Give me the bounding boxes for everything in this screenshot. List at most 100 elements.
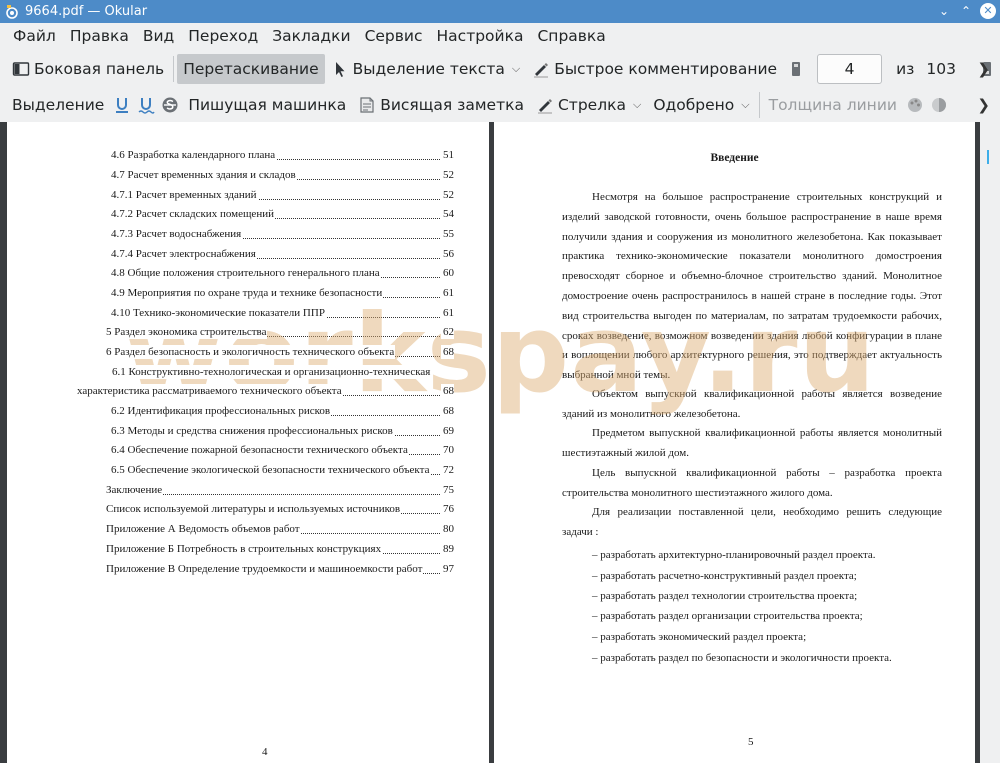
strikeout-icon <box>161 96 179 114</box>
highlight-button[interactable]: Выделение <box>6 90 110 120</box>
body-paragraph: Для реализации поставленной цели, необхо… <box>562 503 942 543</box>
toc-entry-page: 62 <box>441 325 454 339</box>
toc-entry-page: 54 <box>441 207 454 221</box>
toolbar-separator <box>758 91 760 118</box>
paragraph-text: Для реализации поставленной цели, необхо… <box>562 506 942 538</box>
page-number-input[interactable]: 4 <box>817 54 883 84</box>
paragraph-text: Цель выпускной квалификационной работы –… <box>562 467 942 499</box>
arrow-button[interactable]: Стрелка ⌵ <box>530 90 647 120</box>
pen-icon <box>532 60 550 78</box>
toolbar-overflow-icon[interactable]: ❯ <box>977 96 990 114</box>
text-select-label: Выделение текста <box>352 60 505 78</box>
toc-entry: 4.7 Расчет временных здания и складов 52 <box>111 168 454 182</box>
menu-edit[interactable]: Правка <box>63 23 136 50</box>
chevron-down-icon[interactable]: ⌵ <box>633 98 641 112</box>
toc-entry-title: Приложение А Ведомость объемов работ <box>106 522 301 536</box>
underline-button[interactable] <box>110 90 134 120</box>
toc-entry: Список используемой литературы и использ… <box>106 502 454 516</box>
toc-entry: характеристика рассматриваемого техничес… <box>77 384 454 398</box>
stamp-button[interactable]: Одобрено ⌵ <box>647 90 755 120</box>
toc-entry-page: 61 <box>441 306 454 320</box>
toc-entry-page: 75 <box>441 483 454 497</box>
toc-entry-title: 4.7 Расчет временных здания и складов <box>111 168 297 182</box>
toc-entry-page: 97 <box>441 562 454 576</box>
toc-entry-title: 6.4 Обеспечение пожарной безопасности те… <box>111 443 409 457</box>
arrow-label: Стрелка <box>557 95 626 114</box>
browse-tool-button[interactable]: Перетаскивание <box>177 54 325 84</box>
menu-file[interactable]: Файл <box>6 23 63 50</box>
pdf-page-4[interactable]: 4 4.6 Разработка календарного плана 51 4.7… <box>7 122 489 763</box>
quick-annotations-button[interactable]: Быстрое комментирование <box>526 54 783 84</box>
menu-view[interactable]: Вид <box>136 23 181 50</box>
toc-entry-page: 80 <box>441 522 454 536</box>
toc-entry-title: 5 Раздел экономика строительства <box>106 325 268 339</box>
menu-bar: Файл Правка Вид Переход Закладки Сервис … <box>0 23 1000 50</box>
maximize-icon[interactable]: ⌃ <box>958 3 974 19</box>
toc-entry: 4.7.4 Расчет электроснабжения 56 <box>111 247 454 261</box>
cursor-icon <box>331 60 349 78</box>
toc-entry-title: 6.3 Методы и средства снижения профессио… <box>111 424 394 438</box>
toc-entry: 6.2 Идентификация профессиональных риско… <box>111 404 454 418</box>
quick-annotations-label: Быстрое комментирование <box>554 60 778 78</box>
of-label: из <box>896 60 915 78</box>
toc-entry-title: 4.7.1 Расчет временных зданий <box>111 188 258 202</box>
toc-entry: 4.7.2 Расчет складских помещений 54 <box>111 207 454 221</box>
toc-entry-page: 68 <box>441 384 454 398</box>
page-number-4: 4 <box>262 746 268 758</box>
toc-entry: 5 Раздел экономика строительства 62 <box>106 325 454 339</box>
opacity-button[interactable] <box>927 90 951 120</box>
total-pages: 103 <box>926 60 956 78</box>
task-list-item: – разработать раздел по безопасности и э… <box>592 652 892 664</box>
line-width-button[interactable]: Толщина линии <box>763 90 903 120</box>
close-icon[interactable]: ✕ <box>980 3 996 19</box>
toc-entry-page: 70 <box>441 443 454 457</box>
toc-entry: 4.6 Разработка календарного плана 51 <box>111 148 454 162</box>
chevron-down-icon[interactable]: ⌵ <box>512 62 520 76</box>
pdf-page-5[interactable]: Введение 5 Несмотря на большое распростр… <box>494 122 975 763</box>
toc-entry-page: 76 <box>441 502 454 516</box>
toc-entry: Приложение Б Потребность в строительных … <box>106 542 454 556</box>
strikeout-button[interactable] <box>158 90 182 120</box>
highlight-label: Выделение <box>12 95 105 114</box>
toc-entry-title: 4.6 Разработка календарного плана <box>111 148 277 162</box>
vertical-scrollbar[interactable] <box>980 122 1000 763</box>
toc-entry: Приложение А Ведомость объемов работ 80 <box>106 522 454 536</box>
toc-entry: 4.7.1 Расчет временных зданий 52 <box>111 188 454 202</box>
color-button[interactable] <box>903 90 927 120</box>
menu-tools[interactable]: Сервис <box>358 23 430 50</box>
menu-bookmarks[interactable]: Закладки <box>265 23 357 50</box>
note-icon <box>358 96 376 114</box>
minimize-icon[interactable]: ⌄ <box>936 3 952 19</box>
toc-entry: 6.1 Конструктивно-технологическая и орга… <box>112 365 437 379</box>
toolbar-overflow-icon[interactable]: ❯ <box>977 60 990 78</box>
title-bar[interactable]: 9664.pdf — Okular ⌄ ⌃ ✕ <box>0 0 1000 23</box>
toc-entry-title: 6 Раздел безопасность и экологичность те… <box>106 345 396 359</box>
toc-entry-title: 4.7.4 Расчет электроснабжения <box>111 247 257 261</box>
body-paragraph: Объектом выпускной квалификационной рабо… <box>562 385 942 425</box>
sidebar-button[interactable]: Боковая панель <box>6 54 170 84</box>
previous-page-button[interactable] <box>783 54 809 84</box>
menu-help[interactable]: Справка <box>530 23 612 50</box>
toc-entry: Заключение 75 <box>106 483 454 497</box>
scrollbar-thumb[interactable] <box>987 150 989 164</box>
typewriter-button[interactable]: Пишущая машинка <box>182 90 352 120</box>
toc-entry-title: Заключение <box>106 483 164 497</box>
menu-go[interactable]: Переход <box>181 23 265 50</box>
toc-entry: 4.8 Общие положения строительного генера… <box>111 266 454 280</box>
toc-entry-page: 89 <box>441 542 454 556</box>
toolbar-separator <box>173 56 175 82</box>
text-select-button[interactable]: Выделение текста ⌵ <box>325 54 527 84</box>
introduction-heading: Введение <box>710 152 759 164</box>
chevron-down-icon[interactable]: ⌵ <box>741 98 749 112</box>
toc-entry-page: 69 <box>441 424 454 438</box>
document-view[interactable]: 4 4.6 Разработка календарного плана 51 4.7… <box>0 122 1000 763</box>
popup-note-button[interactable]: Висящая заметка <box>352 90 530 120</box>
squiggly-button[interactable] <box>134 90 158 120</box>
body-paragraph: Несмотря на большое распространение стро… <box>562 188 942 386</box>
main-toolbar: Боковая панель Перетаскивание Выделение … <box>0 51 1000 87</box>
menu-settings[interactable]: Настройка <box>430 23 531 50</box>
toc-entry-page: 60 <box>441 266 454 280</box>
paragraph-text: Несмотря на большое распространение стро… <box>562 191 942 382</box>
toc-entry-page: 61 <box>441 286 454 300</box>
sidebar-button-label: Боковая панель <box>34 60 165 78</box>
